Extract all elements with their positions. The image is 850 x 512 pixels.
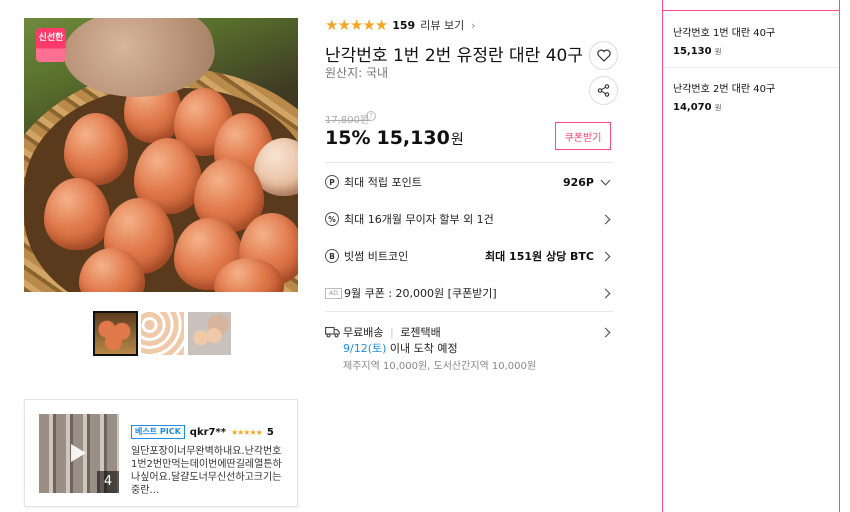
- brand-badge: 신선한: [36, 28, 66, 62]
- divider: [325, 162, 613, 163]
- benefit-value: 926P: [562, 175, 594, 189]
- benefit-bitcoin[interactable]: B 빗썸 비트코인 최대 151원 상당 BTC: [325, 248, 612, 264]
- delivery-date-suffix: 이내 도착 예정: [386, 342, 458, 355]
- benefit-value: 최대 151원 상당 BTC: [484, 250, 594, 263]
- review-score: 5: [266, 426, 274, 438]
- price-help-icon[interactable]: ?: [366, 111, 376, 121]
- divider: [325, 311, 613, 312]
- percent-icon: %: [325, 212, 339, 226]
- chevron-right-icon: [600, 251, 611, 261]
- chevron-right-icon: ›: [471, 18, 476, 32]
- delivery-date: 9/12(토): [343, 342, 387, 355]
- review-stars: ★★★★★: [230, 427, 263, 437]
- option-panel: [662, 0, 840, 512]
- benefit-label: 빗썸 비트코인: [344, 250, 409, 263]
- thumbnail-2[interactable]: [141, 312, 184, 355]
- review-video-thumbnail[interactable]: 4: [39, 414, 119, 493]
- chevron-down-icon: [600, 175, 611, 185]
- option-name: 난각번호 1번 대란 40구: [673, 28, 776, 39]
- review-user: qkr7**: [189, 426, 226, 438]
- review-text: 일단포장이너무완벽하내요.난각번호1번2번만먹는데이번에딴길레열튼하나싶어요.달…: [131, 446, 282, 496]
- product-origin: 원산지: 국내: [325, 66, 389, 80]
- share-icon: [597, 84, 610, 97]
- shipping-extra-fee: 제주지역 10,000원, 도서산간지역 10,000원: [343, 361, 537, 372]
- rating-row[interactable]: ★★★★★ 159 리뷰 보기 ›: [325, 16, 476, 34]
- option-price-unit: 원: [714, 47, 722, 56]
- play-icon: [71, 444, 86, 462]
- original-price: 17,800원: [325, 115, 370, 126]
- separator: |: [389, 326, 394, 339]
- option-item[interactable]: 난각번호 2번 대란 40구 14,070 원: [673, 80, 833, 113]
- option-name: 난각번호 2번 대란 40구: [673, 84, 776, 95]
- shipping-free: 무료배송: [343, 326, 384, 339]
- thumbnail-strip: [93, 311, 231, 356]
- review-header: 베스트 PICK qkr7** ★★★★★ 5: [131, 425, 274, 439]
- option-price-row: 15,130 원: [673, 46, 833, 57]
- wishlist-button[interactable]: [589, 41, 618, 70]
- option-price: 14,070: [673, 102, 712, 113]
- benefit-label: 최대 16개월 무이자 할부 외 1건: [344, 213, 494, 226]
- share-button[interactable]: [589, 76, 618, 105]
- bitcoin-icon: B: [325, 249, 339, 263]
- divider: [663, 67, 839, 68]
- chevron-right-icon: [600, 327, 611, 337]
- benefit-coupon[interactable]: AD 9월 쿠폰 : 20,000원 [쿠폰받기]: [325, 285, 612, 301]
- best-pick-badge: 베스트 PICK: [131, 425, 185, 439]
- sale-price: 15,130: [376, 127, 450, 149]
- shipping-label: 무료배송 | 로젠택배: [343, 324, 602, 340]
- thumbnail-1[interactable]: [93, 311, 138, 356]
- review-link[interactable]: 리뷰 보기: [420, 17, 464, 33]
- coupon-button[interactable]: 쿠폰받기: [555, 122, 611, 150]
- option-price-unit: 원: [714, 103, 722, 112]
- discount-rate: 15%: [325, 127, 371, 149]
- shipping-row[interactable]: 무료배송 | 로젠택배: [325, 324, 612, 340]
- point-icon: P: [325, 175, 339, 189]
- benefit-label: 최대 적립 포인트: [344, 176, 422, 189]
- product-main-image[interactable]: 신선한: [24, 18, 298, 292]
- sale-price-row: 15% 15,130 원: [325, 127, 464, 149]
- option-price: 15,130: [673, 46, 712, 57]
- shipping-carrier: 로젠택배: [400, 326, 441, 339]
- option-item[interactable]: 난각번호 1번 대란 40구 15,130 원: [673, 24, 833, 57]
- product-title: 난각번호 1번 2번 유정란 대란 40구: [325, 46, 583, 66]
- benefit-points[interactable]: P 최대 적립 포인트 926P: [325, 174, 612, 190]
- option-price-row: 14,070 원: [673, 102, 833, 113]
- media-count-badge: 4: [97, 471, 119, 493]
- best-review-card[interactable]: 4 베스트 PICK qkr7** ★★★★★ 5 일단포장이너무완벽하내요.난…: [24, 399, 298, 507]
- chevron-right-icon: [600, 214, 611, 224]
- thumbnail-3[interactable]: [188, 312, 231, 355]
- benefit-installment[interactable]: % 최대 16개월 무이자 할부 외 1건: [325, 211, 612, 227]
- heart-icon: [596, 49, 611, 62]
- review-count: 159: [392, 18, 416, 32]
- benefit-label: 9월 쿠폰 : 20,000원 [쿠폰받기]: [344, 287, 497, 300]
- ad-icon: AD: [325, 287, 342, 299]
- delivery-estimate: 9/12(토) 이내 도착 예정: [343, 340, 458, 356]
- currency-unit: 원: [450, 132, 464, 148]
- rating-stars-icon: ★★★★★: [325, 16, 388, 34]
- chevron-right-icon: [600, 288, 611, 298]
- truck-icon: [325, 326, 340, 338]
- option-panel-top-border: [662, 10, 840, 11]
